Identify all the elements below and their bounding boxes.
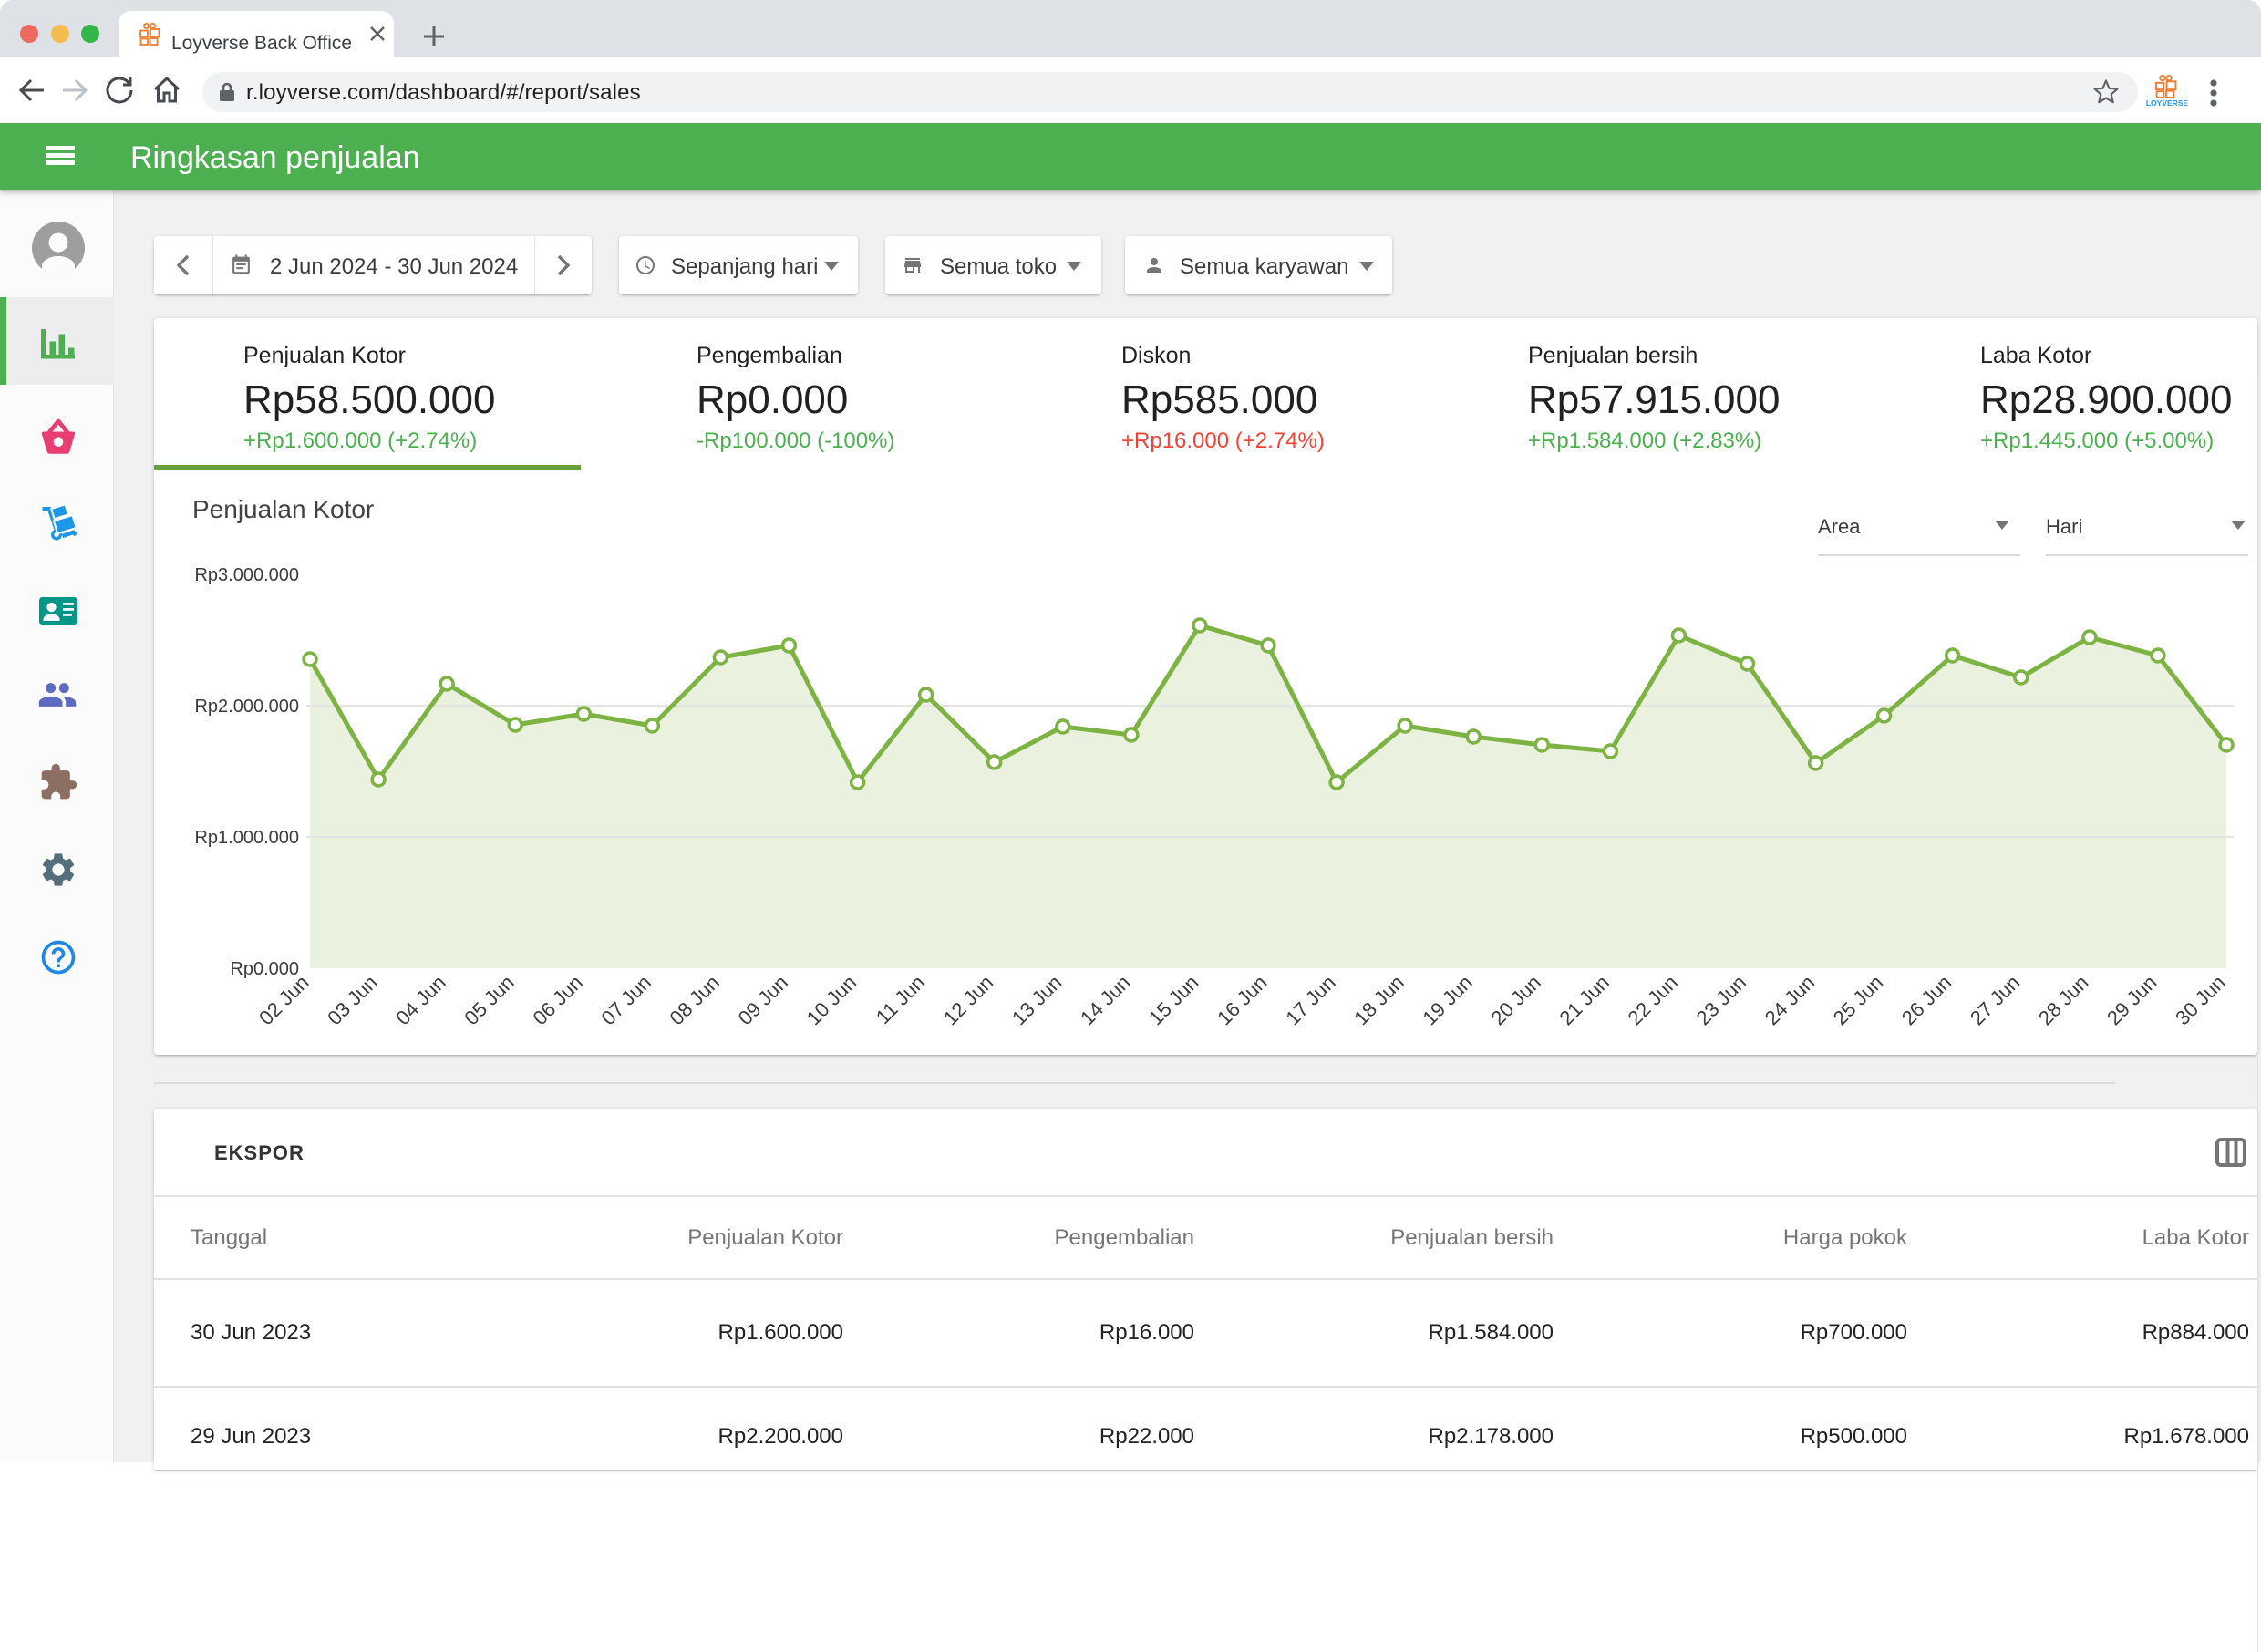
svg-text:27 Jun: 27 Jun	[1966, 971, 2024, 1029]
svg-text:09 Jun: 09 Jun	[734, 971, 792, 1029]
svg-text:11 Jun: 11 Jun	[872, 971, 929, 1028]
svg-text:07 Jun: 07 Jun	[597, 971, 656, 1029]
svg-text:25 Jun: 25 Jun	[1829, 971, 1887, 1029]
svg-text:08 Jun: 08 Jun	[666, 971, 724, 1029]
svg-text:16 Jun: 16 Jun	[1213, 971, 1271, 1029]
svg-text:18 Jun: 18 Jun	[1349, 971, 1408, 1029]
svg-text:Rp3.000.000: Rp3.000.000	[194, 565, 299, 585]
svg-text:10 Jun: 10 Jun	[802, 971, 861, 1029]
svg-text:29 Jun: 29 Jun	[2102, 971, 2161, 1029]
svg-text:28 Jun: 28 Jun	[2034, 971, 2092, 1029]
svg-text:13 Jun: 13 Jun	[1007, 971, 1066, 1029]
svg-text:30 Jun: 30 Jun	[2171, 971, 2229, 1029]
svg-text:12 Jun: 12 Jun	[939, 971, 997, 1029]
svg-text:04 Jun: 04 Jun	[391, 971, 449, 1029]
svg-text:17 Jun: 17 Jun	[1281, 971, 1339, 1029]
svg-text:06 Jun: 06 Jun	[528, 971, 586, 1029]
svg-text:20 Jun: 20 Jun	[1486, 971, 1544, 1029]
svg-text:19 Jun: 19 Jun	[1418, 971, 1476, 1029]
svg-text:02 Jun: 02 Jun	[254, 971, 313, 1029]
svg-text:23 Jun: 23 Jun	[1692, 971, 1750, 1029]
svg-text:Rp2.000.000: Rp2.000.000	[194, 697, 299, 717]
svg-text:26 Jun: 26 Jun	[1897, 971, 1956, 1029]
svg-text:Rp0.000: Rp0.000	[230, 959, 299, 979]
svg-text:21 Jun: 21 Jun	[1555, 971, 1614, 1029]
svg-text:Rp1.000.000: Rp1.000.000	[194, 828, 299, 848]
svg-text:15 Jun: 15 Jun	[1144, 971, 1203, 1029]
svg-text:14 Jun: 14 Jun	[1076, 971, 1134, 1029]
svg-text:22 Jun: 22 Jun	[1624, 971, 1682, 1029]
svg-text:03 Jun: 03 Jun	[323, 971, 381, 1029]
svg-text:05 Jun: 05 Jun	[459, 971, 518, 1029]
svg-text:24 Jun: 24 Jun	[1760, 971, 1819, 1029]
